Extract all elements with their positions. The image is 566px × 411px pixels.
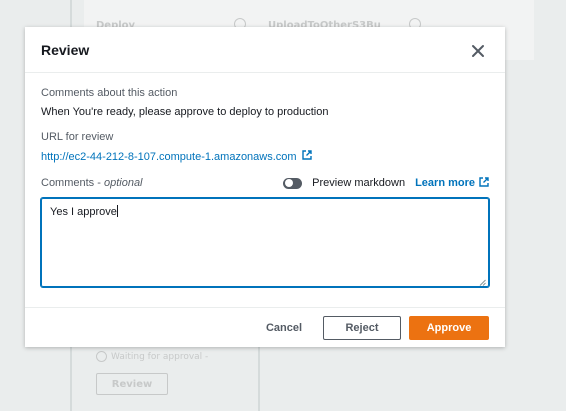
background-review-button: Review — [96, 373, 168, 395]
learn-more-link[interactable]: Learn more — [415, 176, 489, 190]
text-caret — [116, 204, 118, 217]
comments-label: Comments - optional — [41, 177, 143, 189]
review-modal: Review Comments about this action When Y… — [25, 27, 505, 347]
comments-textarea[interactable]: Yes I approve — [41, 197, 489, 287]
background-waiting-status: Waiting for approval - — [96, 351, 208, 362]
preview-markdown-label: Preview markdown — [312, 177, 406, 189]
learn-more-text: Learn more — [415, 177, 475, 189]
reject-button[interactable]: Reject — [323, 315, 401, 340]
review-url-text: http://ec2-44-212-8-107.compute-1.amazon… — [41, 150, 297, 163]
review-url-link[interactable]: http://ec2-44-212-8-107.compute-1.amazon… — [41, 150, 312, 163]
approve-button[interactable]: Approve — [409, 315, 489, 340]
comments-controls: Preview markdown Learn more — [283, 176, 489, 190]
external-link-icon — [479, 176, 489, 190]
comments-optional-text: optional — [103, 177, 143, 189]
background-waiting-text: Waiting for approval - — [111, 351, 209, 362]
toggle-knob — [284, 179, 293, 187]
modal-footer: Cancel Reject Approve — [25, 307, 505, 347]
modal-body: Comments about this action When You're r… — [25, 73, 505, 287]
comments-header-row: Comments - optional Preview markdown Lea… — [41, 176, 489, 190]
cancel-button[interactable]: Cancel — [253, 316, 315, 340]
comments-about-value: When You're ready, please approve to dep… — [41, 106, 329, 118]
close-icon[interactable] — [471, 43, 485, 57]
comments-about-section: Comments about this action When You're r… — [41, 87, 489, 118]
comments-textarea-value: Yes I approve — [50, 205, 117, 218]
modal-header: Review — [25, 27, 505, 73]
url-label: URL for review — [41, 131, 114, 143]
url-section: URL for review http://ec2-44-212-8-107.c… — [41, 131, 489, 164]
modal-title: Review — [41, 41, 90, 58]
comments-label-text: Comments — [41, 177, 95, 189]
preview-markdown-toggle[interactable] — [283, 177, 303, 189]
clock-icon — [96, 351, 107, 362]
external-link-icon — [301, 150, 312, 163]
comments-about-label: Comments about this action — [41, 87, 178, 99]
resize-handle-icon[interactable] — [479, 277, 486, 286]
